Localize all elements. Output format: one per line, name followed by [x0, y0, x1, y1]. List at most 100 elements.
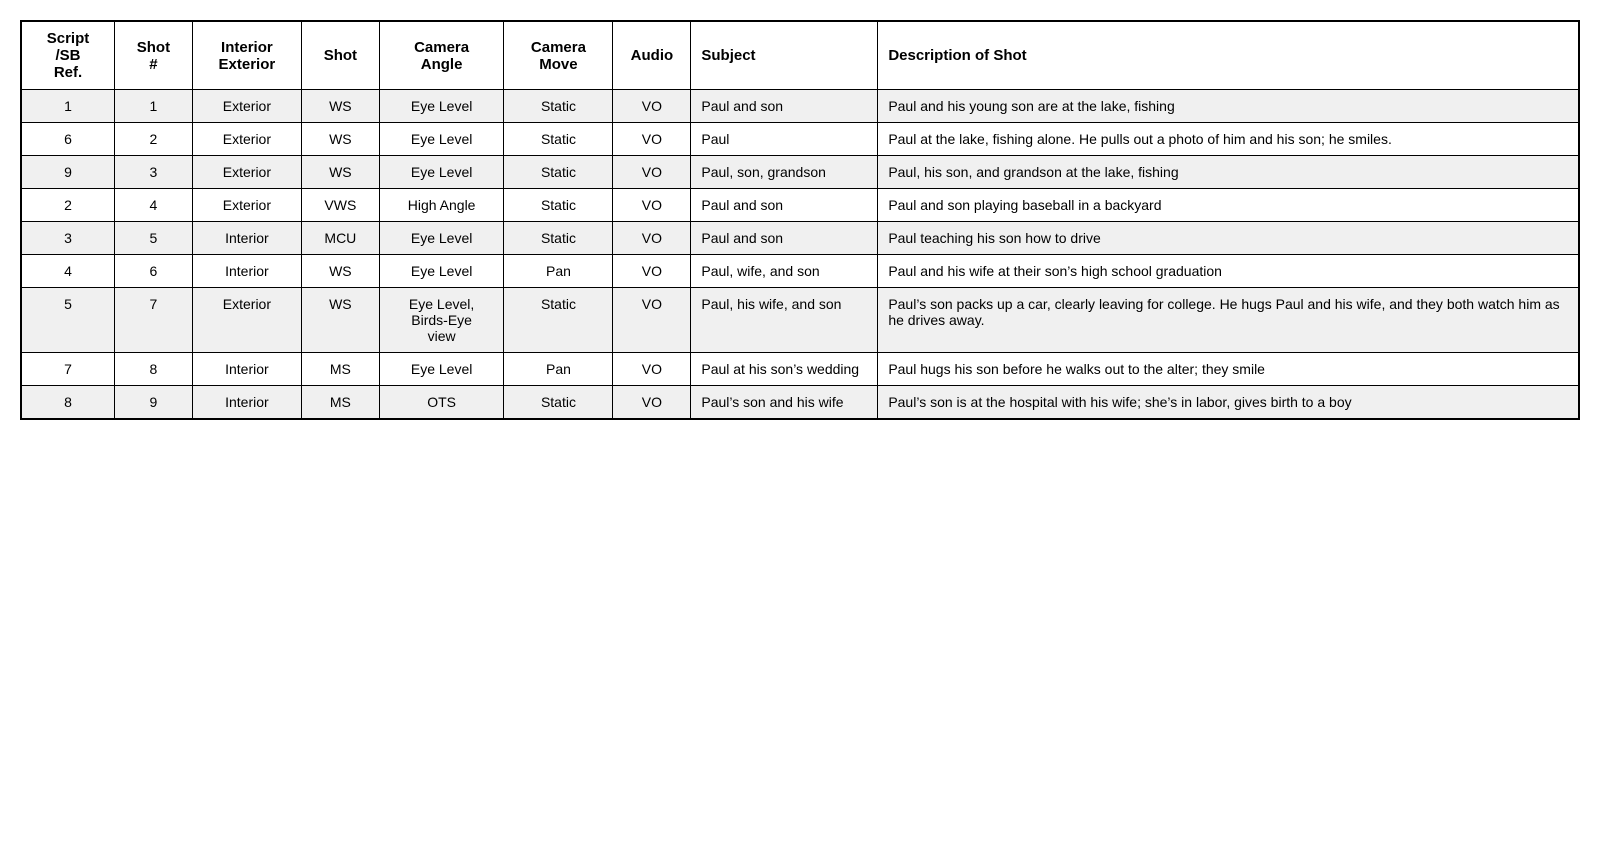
header-int-ext: InteriorExterior [192, 21, 301, 90]
table-cell-shot-num: 9 [114, 386, 192, 420]
table-cell-audio: VO [613, 288, 691, 353]
table-cell-subject: Paul and son [691, 90, 878, 123]
header-camera-angle: CameraAngle [379, 21, 504, 90]
table-cell-camera-angle: Eye Level [379, 156, 504, 189]
table-cell-audio: VO [613, 386, 691, 420]
table-body: 11ExteriorWSEye LevelStaticVOPaul and so… [21, 90, 1579, 420]
table-cell-shot: WS [301, 255, 379, 288]
table-cell-audio: VO [613, 123, 691, 156]
table-cell-shot: WS [301, 156, 379, 189]
table-cell-description: Paul teaching his son how to drive [878, 222, 1579, 255]
table-cell-int-ext: Exterior [192, 288, 301, 353]
table-cell-script: 7 [21, 353, 114, 386]
table-cell-subject: Paul and son [691, 222, 878, 255]
table-row: 57ExteriorWSEye Level,Birds-EyeviewStati… [21, 288, 1579, 353]
header-shot-num: Shot# [114, 21, 192, 90]
table-row: 89InteriorMSOTSStaticVOPaul’s son and hi… [21, 386, 1579, 420]
table-cell-audio: VO [613, 255, 691, 288]
table-cell-camera-angle: Eye Level [379, 90, 504, 123]
table-cell-camera-angle: High Angle [379, 189, 504, 222]
table-cell-shot-num: 1 [114, 90, 192, 123]
table-cell-script: 4 [21, 255, 114, 288]
table-cell-int-ext: Exterior [192, 189, 301, 222]
table-cell-shot: MCU [301, 222, 379, 255]
header-script: Script/SBRef. [21, 21, 114, 90]
table-row: 35InteriorMCUEye LevelStaticVOPaul and s… [21, 222, 1579, 255]
table-cell-camera-angle: OTS [379, 386, 504, 420]
table-cell-description: Paul hugs his son before he walks out to… [878, 353, 1579, 386]
table-cell-subject: Paul at his son’s wedding [691, 353, 878, 386]
table-cell-shot-num: 6 [114, 255, 192, 288]
table-cell-camera-move: Static [504, 288, 613, 353]
shot-list-table-container: Script/SBRef. Shot# InteriorExterior Sho… [20, 20, 1580, 420]
table-cell-description: Paul at the lake, fishing alone. He pull… [878, 123, 1579, 156]
table-row: 93ExteriorWSEye LevelStaticVOPaul, son, … [21, 156, 1579, 189]
table-cell-camera-angle: Eye Level [379, 255, 504, 288]
table-cell-camera-angle: Eye Level [379, 353, 504, 386]
table-cell-camera-angle: Eye Level [379, 123, 504, 156]
table-cell-camera-angle: Eye Level,Birds-Eyeview [379, 288, 504, 353]
header-camera-move: CameraMove [504, 21, 613, 90]
table-row: 62ExteriorWSEye LevelStaticVOPaulPaul at… [21, 123, 1579, 156]
table-cell-camera-move: Static [504, 123, 613, 156]
header-shot: Shot [301, 21, 379, 90]
table-cell-shot: WS [301, 90, 379, 123]
table-cell-shot-num: 4 [114, 189, 192, 222]
table-cell-subject: Paul, his wife, and son [691, 288, 878, 353]
table-cell-camera-move: Pan [504, 353, 613, 386]
table-cell-script: 3 [21, 222, 114, 255]
table-cell-audio: VO [613, 222, 691, 255]
table-cell-description: Paul and his wife at their son’s high sc… [878, 255, 1579, 288]
table-cell-description: Paul’s son packs up a car, clearly leavi… [878, 288, 1579, 353]
table-cell-script: 2 [21, 189, 114, 222]
table-row: 11ExteriorWSEye LevelStaticVOPaul and so… [21, 90, 1579, 123]
table-cell-script: 8 [21, 386, 114, 420]
table-cell-int-ext: Exterior [192, 123, 301, 156]
table-cell-shot: MS [301, 386, 379, 420]
table-cell-int-ext: Interior [192, 386, 301, 420]
table-header-row: Script/SBRef. Shot# InteriorExterior Sho… [21, 21, 1579, 90]
table-cell-camera-move: Static [504, 222, 613, 255]
shot-list-table: Script/SBRef. Shot# InteriorExterior Sho… [20, 20, 1580, 420]
table-cell-camera-move: Static [504, 156, 613, 189]
table-cell-audio: VO [613, 353, 691, 386]
table-cell-script: 9 [21, 156, 114, 189]
table-cell-int-ext: Interior [192, 255, 301, 288]
table-cell-subject: Paul [691, 123, 878, 156]
header-subject: Subject [691, 21, 878, 90]
table-cell-audio: VO [613, 90, 691, 123]
table-cell-script: 1 [21, 90, 114, 123]
table-cell-shot: WS [301, 123, 379, 156]
table-cell-shot: VWS [301, 189, 379, 222]
table-row: 78InteriorMSEye LevelPanVOPaul at his so… [21, 353, 1579, 386]
table-cell-description: Paul’s son is at the hospital with his w… [878, 386, 1579, 420]
header-description: Description of Shot [878, 21, 1579, 90]
table-cell-shot: MS [301, 353, 379, 386]
table-cell-subject: Paul’s son and his wife [691, 386, 878, 420]
table-cell-description: Paul and his young son are at the lake, … [878, 90, 1579, 123]
table-cell-audio: VO [613, 189, 691, 222]
table-cell-int-ext: Interior [192, 222, 301, 255]
table-cell-camera-move: Pan [504, 255, 613, 288]
table-cell-script: 6 [21, 123, 114, 156]
table-cell-camera-move: Static [504, 386, 613, 420]
table-cell-shot-num: 2 [114, 123, 192, 156]
table-cell-audio: VO [613, 156, 691, 189]
table-cell-subject: Paul, wife, and son [691, 255, 878, 288]
table-cell-int-ext: Exterior [192, 156, 301, 189]
table-cell-camera-move: Static [504, 189, 613, 222]
table-cell-shot: WS [301, 288, 379, 353]
table-cell-description: Paul, his son, and grandson at the lake,… [878, 156, 1579, 189]
table-cell-shot-num: 8 [114, 353, 192, 386]
table-cell-int-ext: Interior [192, 353, 301, 386]
table-cell-script: 5 [21, 288, 114, 353]
table-cell-subject: Paul, son, grandson [691, 156, 878, 189]
table-cell-shot-num: 3 [114, 156, 192, 189]
table-row: 24ExteriorVWSHigh AngleStaticVO Paul and … [21, 189, 1579, 222]
table-cell-description: Paul and son playing baseball in a backy… [878, 189, 1579, 222]
table-cell-shot-num: 7 [114, 288, 192, 353]
header-audio: Audio [613, 21, 691, 90]
table-cell-camera-move: Static [504, 90, 613, 123]
table-cell-shot-num: 5 [114, 222, 192, 255]
table-cell-int-ext: Exterior [192, 90, 301, 123]
